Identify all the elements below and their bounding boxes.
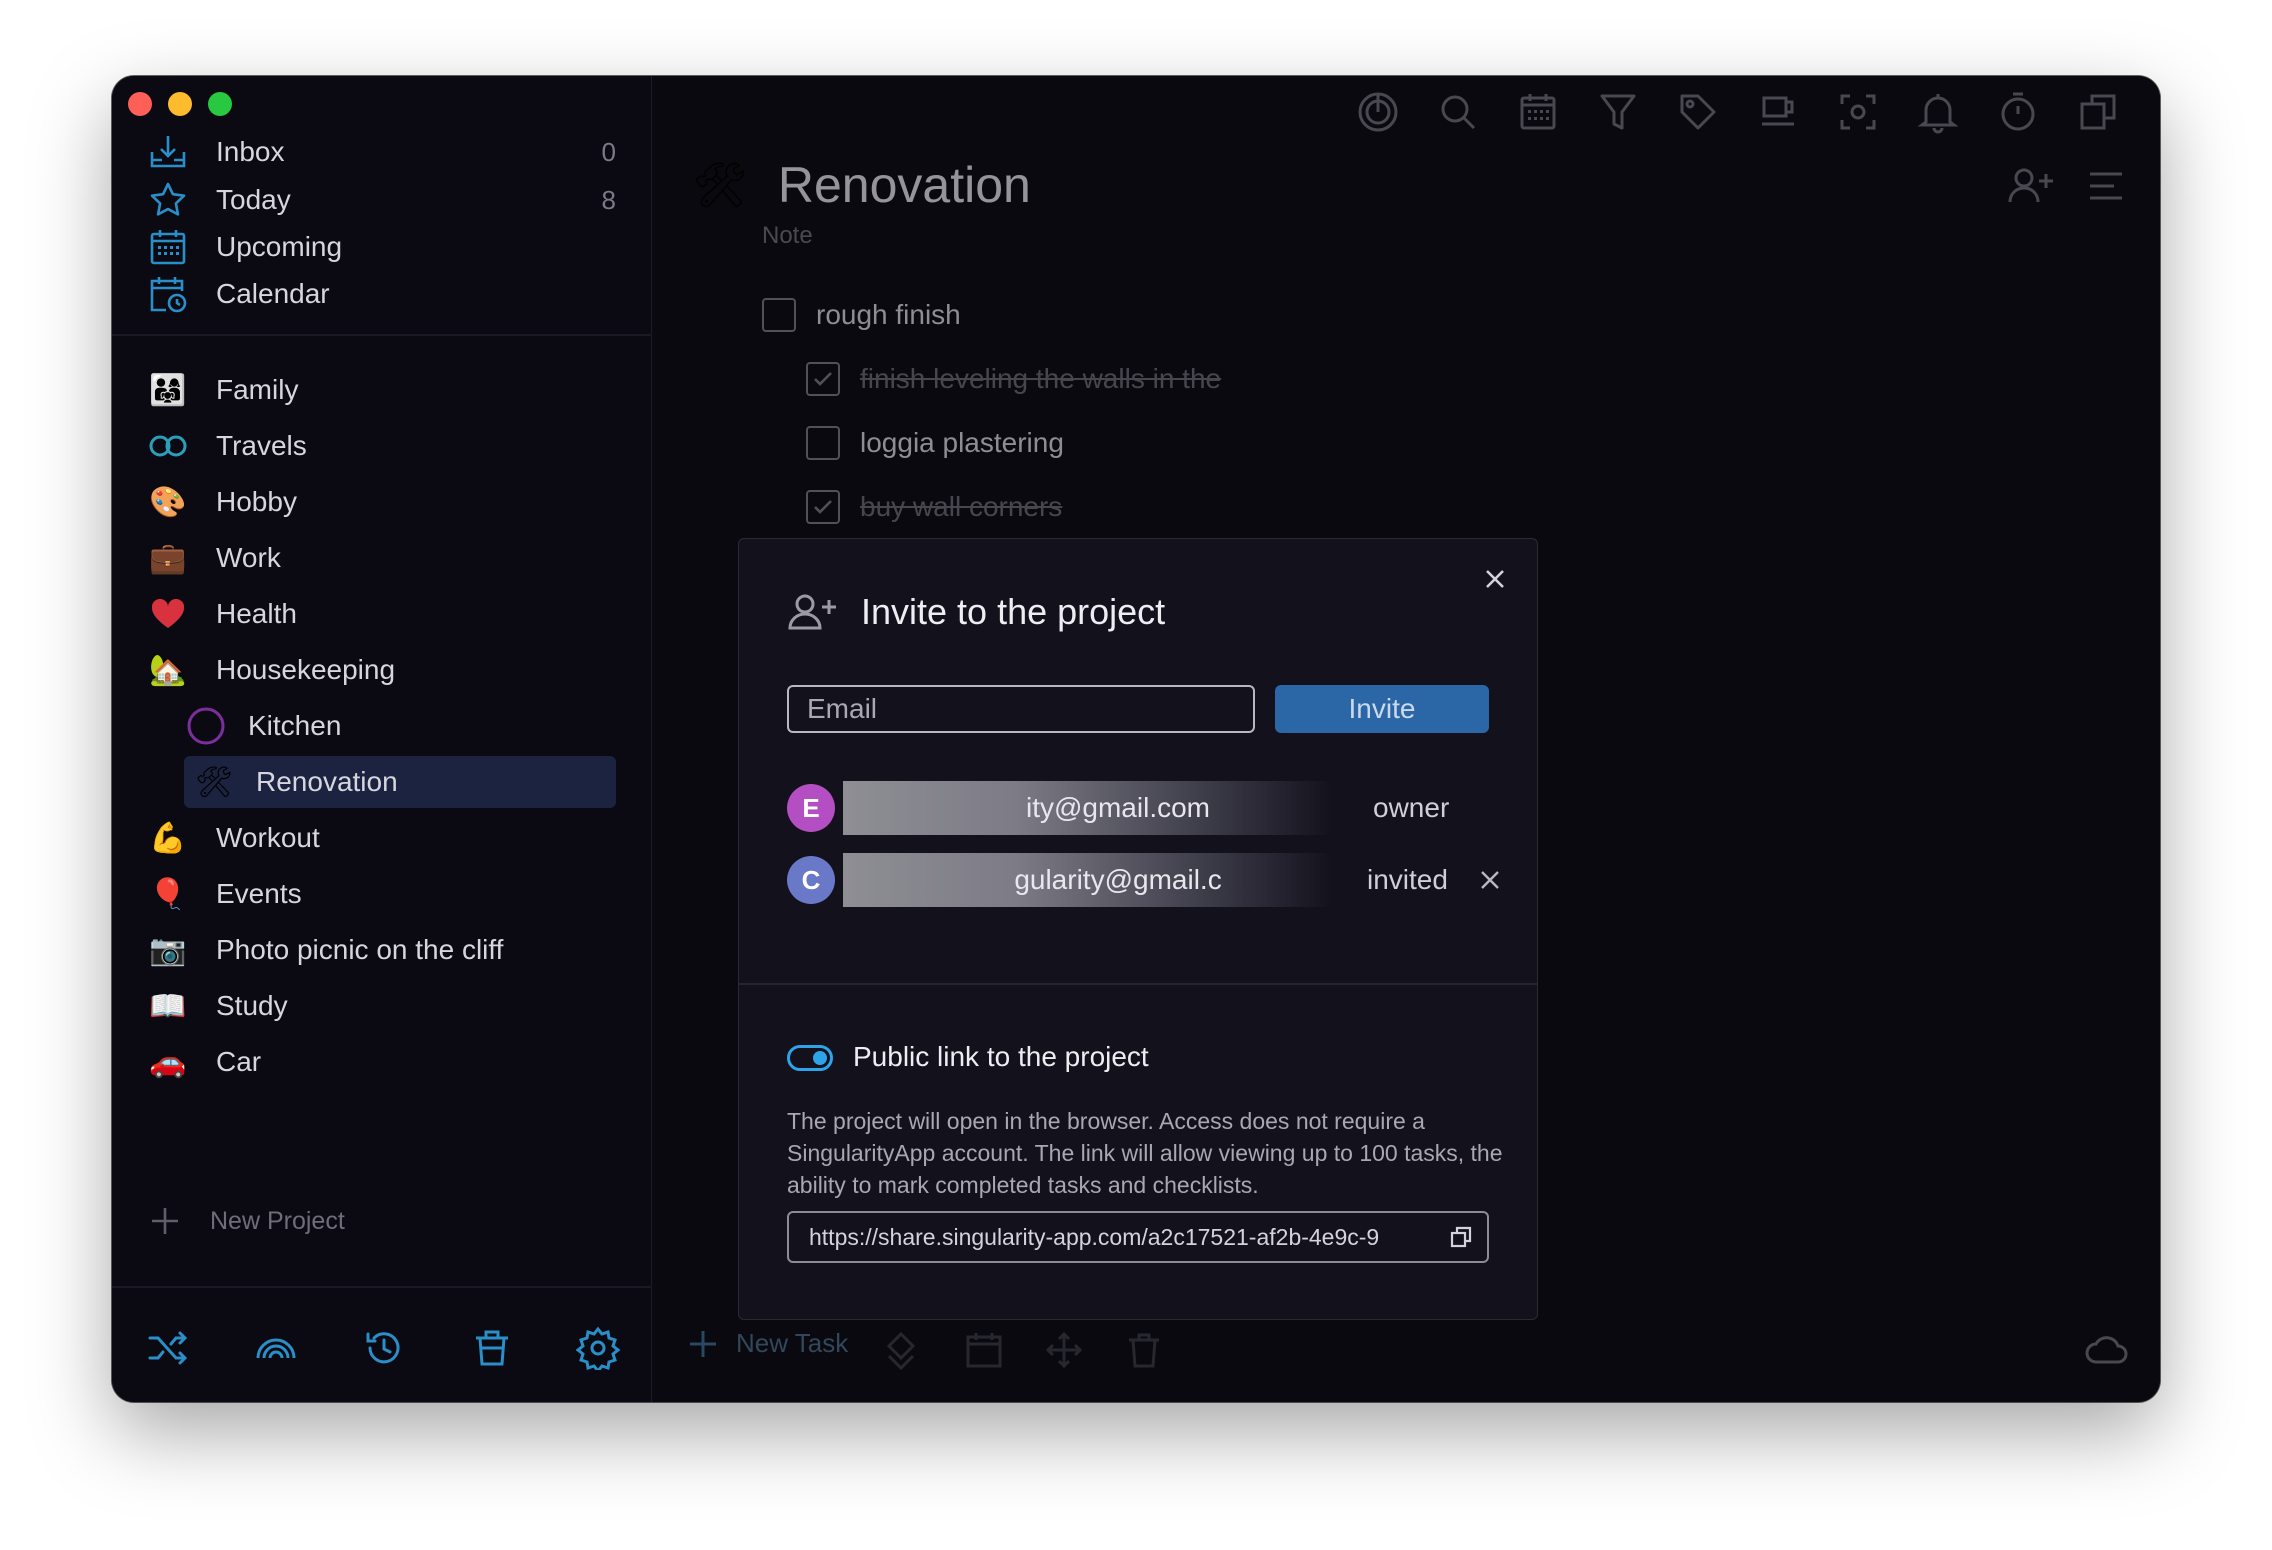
- minimize-window-button[interactable]: [168, 92, 192, 116]
- shuffle-icon[interactable]: [146, 1326, 190, 1370]
- email-input[interactable]: Email: [787, 685, 1255, 733]
- nav-label: Today: [216, 184, 291, 215]
- project-health[interactable]: Health: [146, 588, 620, 640]
- project-renovation[interactable]: 🛠 Renovation: [184, 756, 616, 808]
- circle-icon: [184, 704, 228, 748]
- project-photo-picnic[interactable]: 📷 Photo picnic on the cliff: [146, 924, 620, 976]
- project-label: Health: [216, 598, 297, 629]
- project-workout[interactable]: 💪 Workout: [146, 812, 620, 864]
- project-hobby[interactable]: 🎨 Hobby: [146, 476, 620, 528]
- app-window: Inbox 0 Today 8 Upcoming Calendar: [112, 76, 2160, 1402]
- project-events[interactable]: 🎈 Events: [146, 868, 620, 920]
- balloon-icon: 🎈: [149, 877, 187, 911]
- zoom-window-button[interactable]: [208, 92, 232, 116]
- project-travels[interactable]: Travels: [146, 420, 620, 472]
- member-email: ity@gmail.com: [843, 781, 1333, 835]
- copy-icon[interactable]: [1449, 1225, 1473, 1249]
- add-user-icon: [787, 592, 839, 632]
- project-label: Study: [216, 990, 288, 1021]
- public-link-title: Public link to the project: [853, 1041, 1149, 1072]
- book-icon: 📖: [149, 989, 187, 1023]
- close-window-button[interactable]: [128, 92, 152, 116]
- family-icon: 👨‍👩‍👧: [149, 373, 187, 407]
- nav-calendar[interactable]: Calendar: [146, 266, 620, 322]
- palette-icon: 🎨: [149, 485, 187, 519]
- nav-label: Inbox: [216, 136, 285, 167]
- car-icon: 🚗: [149, 1045, 187, 1079]
- new-project-label: New Project: [210, 1206, 345, 1235]
- nav-count: 0: [601, 136, 616, 167]
- heart-icon: [146, 592, 190, 636]
- close-icon[interactable]: [1483, 567, 1507, 591]
- infinity-icon: [146, 424, 190, 468]
- project-car[interactable]: 🚗 Car: [146, 1036, 620, 1088]
- modal-title: Invite to the project: [861, 591, 1166, 632]
- project-label: Hobby: [216, 486, 297, 517]
- sidebar-footer: [112, 1286, 652, 1402]
- member-role: invited: [1367, 864, 1448, 895]
- project-label: Photo picnic on the cliff: [216, 934, 504, 965]
- calendar-grid-icon: [146, 225, 190, 269]
- project-label: Kitchen: [248, 710, 342, 741]
- nav-label: Calendar: [216, 278, 330, 309]
- camera-icon: 📷: [149, 933, 187, 967]
- nav-count: 8: [601, 184, 616, 215]
- project-label: Family: [216, 374, 299, 405]
- tools-icon: 🛠: [194, 765, 234, 799]
- trash-icon[interactable]: [470, 1326, 514, 1370]
- sidebar: Inbox 0 Today 8 Upcoming Calendar: [112, 76, 652, 1402]
- project-work[interactable]: 💼 Work: [146, 532, 620, 584]
- project-label: Events: [216, 878, 302, 909]
- project-kitchen[interactable]: Kitchen: [184, 700, 614, 752]
- plus-icon: [150, 1206, 180, 1236]
- remove-member-icon[interactable]: [1479, 869, 1501, 891]
- member-row: C gularity@gmail.c invited: [787, 853, 1507, 907]
- new-project-button[interactable]: New Project: [150, 1206, 345, 1236]
- project-family[interactable]: 👨‍👩‍👧 Family: [146, 364, 620, 416]
- project-label: Renovation: [256, 766, 398, 797]
- public-link-field[interactable]: https://share.singularity-app.com/a2c175…: [787, 1211, 1489, 1263]
- invite-button[interactable]: Invite: [1275, 685, 1489, 733]
- briefcase-icon: 💼: [149, 541, 187, 575]
- nav-label: Upcoming: [216, 231, 343, 262]
- history-icon[interactable]: [362, 1326, 406, 1370]
- rainbow-icon[interactable]: [254, 1326, 298, 1370]
- sidebar-divider: [112, 334, 652, 336]
- member-email: gularity@gmail.c: [843, 853, 1333, 907]
- public-link-toggle[interactable]: [787, 1045, 833, 1071]
- member-row: E ity@gmail.com owner: [787, 781, 1507, 835]
- house-icon: 🏡: [149, 653, 187, 687]
- member-role: owner: [1373, 792, 1450, 823]
- star-icon: [146, 178, 190, 222]
- modal-divider: [739, 983, 1537, 985]
- gear-icon[interactable]: [576, 1326, 620, 1370]
- public-link-url[interactable]: https://share.singularity-app.com/a2c175…: [809, 1224, 1439, 1251]
- project-study[interactable]: 📖 Study: [146, 980, 620, 1032]
- project-label: Workout: [216, 822, 320, 853]
- project-label: Housekeeping: [216, 654, 396, 685]
- flexed-bicep-icon: 💪: [149, 821, 187, 855]
- avatar: C: [787, 856, 835, 904]
- avatar: E: [787, 784, 835, 832]
- project-label: Car: [216, 1046, 262, 1077]
- calendar-clock-icon: [146, 272, 190, 316]
- modal-header: Invite to the project: [787, 591, 1165, 633]
- inbox-icon: [146, 130, 190, 174]
- public-link-description: The project will open in the browser. Ac…: [787, 1108, 1503, 1198]
- project-label: Travels: [216, 430, 307, 461]
- project-label: Work: [216, 542, 281, 573]
- project-housekeeping[interactable]: 🏡 Housekeeping: [146, 644, 620, 696]
- window-controls: [128, 92, 232, 116]
- invite-modal: Invite to the project Email Invite E ity…: [738, 538, 1538, 1320]
